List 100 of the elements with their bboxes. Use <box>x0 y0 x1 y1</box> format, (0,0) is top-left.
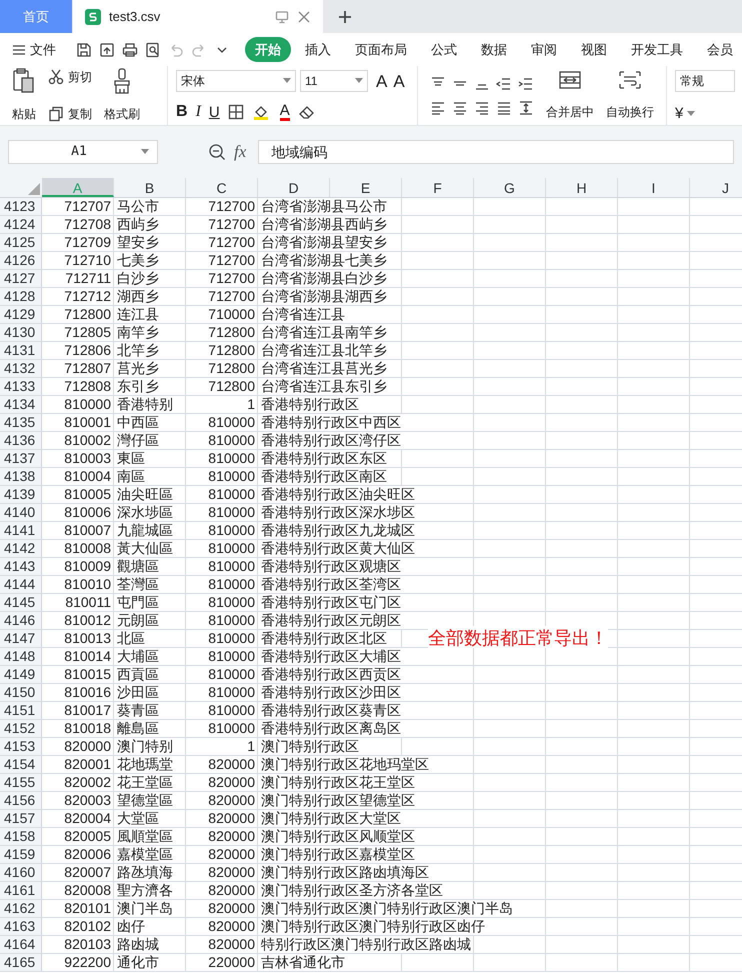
wrap-text-icon[interactable] <box>618 70 642 90</box>
row-header[interactable]: 4157 <box>0 810 42 827</box>
row-header[interactable]: 4127 <box>0 270 42 287</box>
paintbrush-icon[interactable] <box>112 68 132 94</box>
function-label[interactable]: fx <box>234 139 246 165</box>
clipboard-icon[interactable] <box>13 68 35 94</box>
column-header[interactable]: D <box>258 178 330 197</box>
number-format-field[interactable]: 常规 <box>675 70 735 92</box>
zoom-icon[interactable] <box>208 143 226 161</box>
print-preview-icon[interactable] <box>145 42 161 58</box>
distribute-icon[interactable] <box>518 100 534 116</box>
currency-button[interactable]: ¥ <box>675 106 684 121</box>
align-right-icon[interactable] <box>474 100 490 116</box>
row-header[interactable]: 4138 <box>0 468 42 485</box>
menu-icon[interactable] <box>12 44 26 56</box>
row-header[interactable]: 4145 <box>0 594 42 611</box>
decrease-indent-icon[interactable] <box>496 76 512 92</box>
row-header[interactable]: 4132 <box>0 360 42 377</box>
ribbon-tab[interactable]: 插入 <box>295 36 341 62</box>
column-header[interactable]: J <box>690 178 742 197</box>
row-header[interactable]: 4164 <box>0 936 42 953</box>
export-icon[interactable] <box>99 42 115 58</box>
ribbon-tab[interactable]: 页面布局 <box>345 36 417 62</box>
row-header[interactable]: 4165 <box>0 954 42 971</box>
ribbon-tab[interactable]: 数据 <box>471 36 517 62</box>
row-header[interactable]: 4161 <box>0 882 42 899</box>
shrink-font-button[interactable]: A <box>393 72 405 90</box>
grow-font-button[interactable]: A <box>376 72 388 90</box>
column-header[interactable]: I <box>618 178 690 197</box>
row-header[interactable]: 4135 <box>0 414 42 431</box>
cut-button[interactable]: 剪切 <box>48 68 92 86</box>
format-painter-button[interactable]: 格式刷 <box>104 68 140 123</box>
merge-cells-icon[interactable] <box>558 70 582 90</box>
row-header[interactable]: 4159 <box>0 846 42 863</box>
bold-button[interactable]: B <box>176 104 188 120</box>
row-header[interactable]: 4162 <box>0 900 42 917</box>
paste-button[interactable]: 粘贴 <box>12 68 36 123</box>
row-header[interactable]: 4144 <box>0 576 42 593</box>
row-header[interactable]: 4152 <box>0 720 42 737</box>
save-icon[interactable] <box>76 42 92 58</box>
increase-indent-icon[interactable] <box>518 76 534 92</box>
formula-field[interactable]: 地域编码 <box>258 140 734 164</box>
row-header[interactable]: 4163 <box>0 918 42 935</box>
row-header[interactable]: 4143 <box>0 558 42 575</box>
row-header[interactable]: 4149 <box>0 666 42 683</box>
row-header[interactable]: 4160 <box>0 864 42 881</box>
ribbon-tab[interactable]: 公式 <box>421 36 467 62</box>
row-header[interactable]: 4131 <box>0 342 42 359</box>
row-header[interactable]: 4128 <box>0 288 42 305</box>
wrap-text-button[interactable]: 自动换行 <box>606 70 654 121</box>
align-center-icon[interactable] <box>452 100 468 116</box>
border-icon[interactable] <box>228 104 244 120</box>
row-header[interactable]: 4141 <box>0 522 42 539</box>
row-header[interactable]: 4156 <box>0 792 42 809</box>
font-field[interactable]: 宋体 <box>176 70 296 92</box>
print-icon[interactable] <box>122 42 138 58</box>
align-left-icon[interactable] <box>430 100 446 116</box>
row-header[interactable]: 4153 <box>0 738 42 755</box>
column-header[interactable]: F <box>402 178 474 197</box>
row-header[interactable]: 4154 <box>0 756 42 773</box>
file-menu[interactable]: 文件 <box>8 40 60 60</box>
copy-button[interactable]: 复制 <box>48 105 92 123</box>
ribbon-tab[interactable]: 会员 <box>697 36 742 62</box>
column-header[interactable]: G <box>474 178 546 197</box>
row-header[interactable]: 4155 <box>0 774 42 791</box>
row-header[interactable]: 4139 <box>0 486 42 503</box>
merge-center-button[interactable]: 合并居中 <box>546 70 594 121</box>
row-header[interactable]: 4148 <box>0 648 42 665</box>
add-tab-icon[interactable] <box>338 10 352 24</box>
row-header[interactable]: 4123 <box>0 198 42 215</box>
row-header[interactable]: 4150 <box>0 684 42 701</box>
ribbon-tab[interactable]: 审阅 <box>521 36 567 62</box>
monitor-icon[interactable] <box>275 10 289 24</box>
row-header[interactable]: 4140 <box>0 504 42 521</box>
file-tab[interactable]: test3.csv <box>73 0 323 33</box>
row-header[interactable]: 4133 <box>0 378 42 395</box>
ribbon-tab[interactable]: 开发工具 <box>621 36 693 62</box>
row-header[interactable]: 4151 <box>0 702 42 719</box>
row-header[interactable]: 4130 <box>0 324 42 341</box>
font-color-button[interactable]: A <box>280 103 290 121</box>
scissors-icon[interactable] <box>48 69 64 85</box>
row-header[interactable]: 4125 <box>0 234 42 251</box>
row-header[interactable]: 4129 <box>0 306 42 323</box>
column-header[interactable]: B <box>114 178 186 197</box>
row-header[interactable]: 4126 <box>0 252 42 269</box>
row-header[interactable]: 4134 <box>0 396 42 413</box>
row-header[interactable]: 4137 <box>0 450 42 467</box>
row-header[interactable]: 4158 <box>0 828 42 845</box>
ribbon-tab[interactable]: 视图 <box>571 36 617 62</box>
underline-button[interactable]: U <box>208 104 220 120</box>
italic-button[interactable]: I <box>196 104 201 120</box>
column-header[interactable]: C <box>186 178 258 197</box>
spreadsheet-file-icon[interactable] <box>85 8 101 24</box>
row-header[interactable]: 4142 <box>0 540 42 557</box>
justify-icon[interactable] <box>496 100 512 116</box>
column-header[interactable]: E <box>330 178 402 197</box>
copy-icon[interactable] <box>48 106 64 122</box>
row-header[interactable]: 4146 <box>0 612 42 629</box>
row-header[interactable]: 4136 <box>0 432 42 449</box>
name-box[interactable]: A1 <box>8 140 158 164</box>
